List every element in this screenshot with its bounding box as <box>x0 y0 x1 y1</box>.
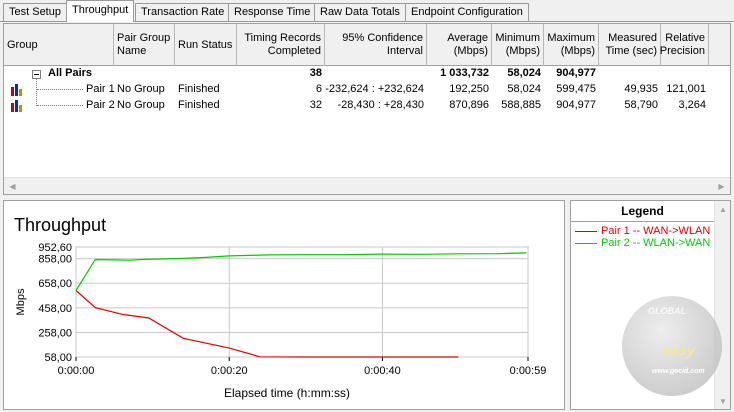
col-header-confidence-interval[interactable]: 95% Confidence Interval <box>325 24 427 66</box>
pair-chart-icon <box>11 84 22 96</box>
y-axis-label: Mbps <box>15 288 27 315</box>
measured-time: 58,790 <box>624 99 658 111</box>
throughput-chart-pane: Throughput 58,00 258,00 458,00 658,00 858,00… <box>3 200 565 410</box>
pair-chart-icon <box>11 100 22 112</box>
legend-scrollbar[interactable]: ▲ ▼ <box>714 201 730 409</box>
col-header-minimum[interactable]: Minimum (Mbps) <box>492 24 544 66</box>
pair-group-name: No Group <box>117 99 165 111</box>
table-row[interactable]: Pair 1 No Group Finished 6 -232,624 : +2… <box>4 82 706 98</box>
y-tick-label: 858,00 <box>38 254 72 266</box>
pair-label: Pair 2 <box>86 99 115 111</box>
tab-test-setup[interactable]: Test Setup <box>3 3 67 22</box>
all-pairs-label: All Pairs <box>48 67 93 79</box>
y-tick-label: 258,00 <box>38 327 72 339</box>
watermark-brand-text: easy <box>662 342 696 359</box>
minimum: 58,024 <box>507 83 541 95</box>
maximum: 599,475 <box>556 83 596 95</box>
y-tick-label: 658,00 <box>38 278 72 290</box>
minimum: 588,885 <box>501 99 541 111</box>
watermark-logo: GLOBAL easy www.gecid.com <box>622 296 722 396</box>
x-tick-label: 0:00:00 <box>58 365 95 377</box>
y-tick-label: 58,00 <box>44 352 72 364</box>
tab-response-time[interactable]: Response Time <box>228 3 317 22</box>
tab-strip: Test Setup Throughput Transaction Rate R… <box>0 0 734 22</box>
col-header-average[interactable]: Average (Mbps) <box>427 24 492 66</box>
col-header-run-status[interactable]: Run Status <box>175 24 237 66</box>
tab-raw-data-totals[interactable]: Raw Data Totals <box>314 3 406 22</box>
run-status: Finished <box>178 83 220 95</box>
average: 192,250 <box>449 83 489 95</box>
col-header-measured-time[interactable]: Measured Time (sec) <box>599 24 661 66</box>
all-pairs-timing-records: 38 <box>309 67 322 79</box>
legend-label: Pair 1 -- WAN->WLAN <box>601 225 711 237</box>
grid-header: Group Pair Group Name Run Status Timing … <box>4 24 730 66</box>
y-tick-label: 458,00 <box>38 303 72 315</box>
relative-precision: 121,001 <box>666 83 706 95</box>
confidence-interval: -232,624 : +232,624 <box>325 83 424 95</box>
timing-records: 6 <box>315 83 322 95</box>
results-grid[interactable]: Group Pair Group Name Run Status Timing … <box>3 23 731 195</box>
legend-swatch-red <box>575 230 597 232</box>
col-header-maximum[interactable]: Maximum (Mbps) <box>544 24 599 66</box>
confidence-interval: -28,430 : +28,430 <box>337 99 424 111</box>
col-header-pair-group-name[interactable]: Pair Group Name <box>114 24 175 66</box>
maximum: 904,977 <box>556 99 596 111</box>
legend-item-pair-1[interactable]: Pair 1 -- WAN->WLAN <box>575 225 710 237</box>
run-status: Finished <box>178 99 220 111</box>
tab-endpoint-configuration[interactable]: Endpoint Configuration <box>405 3 529 22</box>
x-axis-label: Elapsed time (h:mm:ss) <box>224 386 350 400</box>
col-header-timing-records[interactable]: Timing Records Completed <box>237 24 325 66</box>
watermark-url-text: www.gecid.com <box>652 368 705 375</box>
relative-precision: 3,264 <box>678 99 706 111</box>
all-pairs-maximum: 904,977 <box>556 67 596 79</box>
scroll-up-icon[interactable]: ▲ <box>715 201 731 217</box>
tab-transaction-rate[interactable]: Transaction Rate <box>135 3 231 22</box>
all-pairs-minimum: 58,024 <box>507 67 541 79</box>
timing-records: 32 <box>309 99 322 111</box>
legend-item-pair-2[interactable]: Pair 2 -- WLAN->WAN <box>575 237 710 249</box>
plot-area <box>75 246 529 358</box>
pair-label: Pair 1 <box>86 83 115 95</box>
watermark-top-text: GLOBAL <box>648 306 686 316</box>
x-tick-label: 0:00:59 <box>510 365 547 377</box>
y-tick-label: 952,60 <box>38 242 72 254</box>
col-header-group[interactable]: Group <box>4 24 114 66</box>
all-pairs-average: 1 033,732 <box>440 67 489 79</box>
throughput-chart: 58,00 258,00 458,00 658,00 858,00952,60 0:00:… <box>15 242 547 400</box>
legend-divider <box>571 221 714 222</box>
tab-throughput[interactable]: Throughput <box>66 0 135 22</box>
scroll-left-icon[interactable]: ◀ <box>4 178 21 194</box>
scroll-down-icon[interactable]: ▼ <box>715 393 731 409</box>
x-tick-label: 0:00:40 <box>364 365 401 377</box>
average: 870,896 <box>449 99 489 111</box>
x-tick-label: 0:00:20 <box>211 365 248 377</box>
scroll-right-icon[interactable]: ▶ <box>713 178 730 194</box>
pair-group-name: No Group <box>117 83 165 95</box>
horizontal-scrollbar[interactable]: ◀ ▶ <box>4 177 730 194</box>
legend-title: Legend <box>621 204 664 218</box>
measured-time: 49,935 <box>624 83 658 95</box>
table-row[interactable]: Pair 2 No Group Finished 32 -28,430 : +2… <box>4 98 706 114</box>
table-row-all-pairs[interactable]: All Pairs 38 1 033,732 58,024 904,977 <box>4 66 704 82</box>
legend-label: Pair 2 -- WLAN->WAN <box>601 237 711 249</box>
legend-swatch-green <box>575 242 597 244</box>
col-header-relative-precision[interactable]: Relative Precision <box>660 24 709 66</box>
